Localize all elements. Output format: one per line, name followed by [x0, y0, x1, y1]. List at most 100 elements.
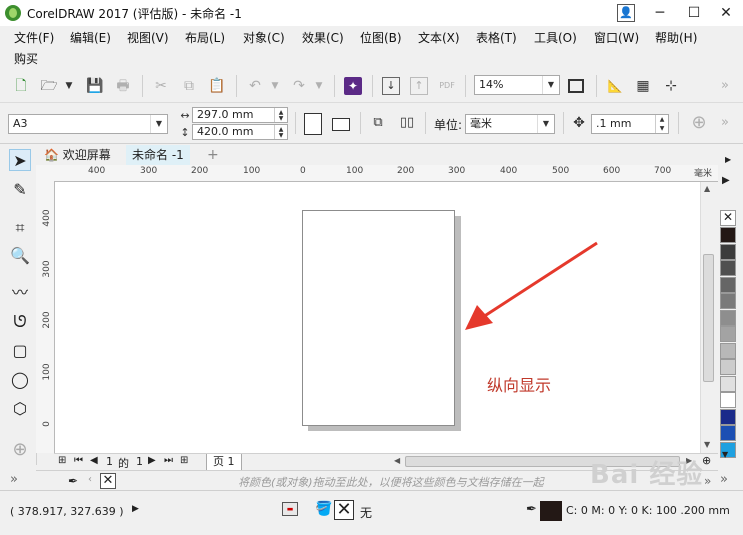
palette-swatch[interactable] — [720, 375, 736, 392]
doc-palette-overflow-icon[interactable]: » — [704, 474, 711, 488]
next-page-icon[interactable]: ▶ — [148, 455, 156, 466]
zoom-level-combo[interactable]: 14% ▼ — [474, 75, 560, 95]
open-icon[interactable]: 🗁 — [40, 77, 58, 95]
page-tab[interactable]: 页 1 — [206, 454, 242, 471]
outline-pen-icon[interactable]: ✒ — [526, 502, 537, 517]
maximize-button[interactable]: ☐ — [677, 0, 711, 26]
palette-swatch[interactable] — [720, 293, 736, 309]
menu-text[interactable]: 文本(X) — [418, 29, 460, 46]
spin-down-icon[interactable]: ▼ — [274, 115, 287, 122]
rectangle-tool-icon[interactable]: ▢ — [9, 340, 31, 362]
zoom-tool-icon[interactable]: 🔍 — [9, 245, 31, 267]
redo-icon[interactable]: ↷ — [290, 77, 308, 95]
menu-tools[interactable]: 工具(O) — [534, 29, 577, 46]
zoom-navigator-icon[interactable]: ⊕ — [702, 454, 711, 467]
close-button[interactable]: ✕ — [709, 0, 743, 26]
palette-options-icon[interactable]: ▶ — [722, 175, 730, 186]
crop-tool-icon[interactable]: ⌗ — [9, 217, 31, 239]
palette-expand-icon[interactable]: » — [720, 472, 728, 487]
menu-view[interactable]: 视图(V) — [127, 29, 169, 46]
status-menu-arrow-icon[interactable]: ▶ — [132, 504, 139, 514]
show-guidelines-icon[interactable]: ⊹ — [662, 77, 680, 95]
spin-down-icon[interactable]: ▼ — [274, 132, 287, 139]
show-grid-icon[interactable]: ▦ — [634, 77, 652, 95]
print-icon[interactable]: 🖶 — [114, 77, 132, 95]
menu-file[interactable]: 文件(F) — [14, 29, 54, 46]
toolbar-overflow-icon[interactable]: » — [716, 77, 734, 95]
previous-page-icon[interactable]: ◀ — [90, 455, 98, 466]
menu-effects[interactable]: 效果(C) — [302, 29, 344, 46]
menu-buy[interactable]: 购买 — [14, 50, 38, 67]
palette-swatch[interactable] — [720, 309, 736, 326]
publish-pdf-icon[interactable]: PDF — [438, 77, 456, 95]
freehand-tool-icon[interactable]: 〰 — [9, 282, 31, 304]
fill-swatch-none[interactable]: ✕ — [334, 500, 354, 520]
vertical-ruler[interactable]: 400 300 200 100 0 — [36, 181, 55, 453]
spin-up-icon[interactable]: ▲ — [655, 115, 668, 124]
landscape-orientation-button[interactable] — [332, 118, 350, 131]
no-color-swatch[interactable]: ✕ — [720, 210, 736, 226]
first-page-icon[interactable]: ⏮ — [74, 455, 83, 466]
spin-down-icon[interactable]: ▼ — [655, 124, 668, 133]
menu-table[interactable]: 表格(T) — [476, 29, 517, 46]
palette-swatch[interactable] — [720, 326, 736, 342]
chevron-left-icon[interactable]: ‹ — [88, 474, 92, 485]
export-icon[interactable]: ↑ — [410, 77, 428, 95]
all-pages-icon[interactable]: ⧉ — [369, 114, 387, 132]
vertical-scroll-thumb[interactable] — [703, 254, 714, 382]
save-icon[interactable]: 💾 — [86, 77, 104, 95]
current-page-icon[interactable]: ▯▯ — [398, 114, 416, 132]
horizontal-ruler[interactable]: 400 300 200 100 0 100 200 300 400 500 60… — [54, 165, 718, 182]
palette-swatch[interactable] — [720, 342, 736, 359]
pick-tool-icon[interactable]: ➤ — [9, 149, 31, 171]
menu-object[interactable]: 对象(C) — [243, 29, 285, 46]
palette-scroll-down-icon[interactable]: ▼ — [722, 450, 728, 459]
artistic-media-tool-icon[interactable]: ᘎ — [9, 311, 31, 333]
add-icon[interactable]: ⊕ — [690, 114, 708, 132]
page-width-field[interactable]: 297.0 mm ▲ ▼ — [192, 107, 288, 123]
palette-swatch[interactable] — [720, 408, 736, 425]
palette-swatch[interactable] — [720, 392, 736, 408]
undo-icon[interactable]: ↶ — [246, 77, 264, 95]
ellipse-tool-icon[interactable]: ◯ — [9, 369, 31, 391]
minimize-button[interactable]: ─ — [643, 0, 677, 26]
document-page[interactable] — [302, 210, 455, 426]
add-tool-icon[interactable]: ⊕ — [9, 439, 31, 461]
add-tab-icon[interactable]: + — [201, 145, 225, 165]
account-icon[interactable]: 👤 — [617, 4, 635, 22]
show-rulers-icon[interactable]: 📐 — [606, 77, 624, 95]
toolbox-overflow-icon[interactable]: » — [10, 472, 18, 487]
palette-swatch[interactable] — [720, 227, 736, 243]
last-page-icon[interactable]: ⏭ — [164, 455, 173, 466]
shape-tool-icon[interactable]: ✎ — [9, 179, 31, 201]
eyedropper-icon[interactable]: ✒ — [68, 474, 78, 488]
page-height-field[interactable]: 420.0 mm ▲ ▼ — [192, 124, 288, 140]
full-screen-icon[interactable] — [568, 79, 584, 93]
scroll-down-icon[interactable]: ▼ — [704, 440, 710, 449]
search-content-icon[interactable]: ✦ — [344, 77, 362, 95]
new-document-icon[interactable]: 🗋 — [12, 77, 30, 95]
menu-help[interactable]: 帮助(H) — [655, 29, 697, 46]
palette-swatch[interactable] — [720, 243, 736, 260]
portrait-orientation-button[interactable] — [304, 113, 322, 135]
ruler-origin[interactable] — [36, 165, 55, 182]
scroll-left-icon[interactable]: ◀ — [394, 456, 400, 465]
menu-edit[interactable]: 编辑(E) — [70, 29, 111, 46]
fill-bucket-icon[interactable]: 🪣 — [315, 501, 332, 517]
tab-welcome-screen[interactable]: 🏠 欢迎屏幕 — [38, 145, 117, 165]
cut-icon[interactable]: ✂ — [152, 77, 170, 95]
menu-bitmaps[interactable]: 位图(B) — [360, 29, 402, 46]
menu-window[interactable]: 窗口(W) — [594, 29, 639, 46]
palette-swatch[interactable] — [720, 276, 736, 293]
copy-icon[interactable]: ⧉ — [180, 77, 198, 95]
palette-scroll-up-icon[interactable]: ▶ — [725, 155, 731, 164]
no-color-swatch[interactable]: ✕ — [100, 473, 116, 489]
polygon-tool-icon[interactable]: ⬡ — [9, 398, 31, 420]
import-icon[interactable]: ↓ — [382, 77, 400, 95]
units-combo[interactable]: 毫米 ▼ — [465, 114, 555, 134]
undo-dropdown-icon[interactable]: ▼ — [266, 77, 284, 95]
nudge-distance-field[interactable]: .1 mm ▲ ▼ — [591, 114, 669, 134]
palette-swatch[interactable] — [720, 260, 736, 276]
add-page-after-icon[interactable]: ⊞ — [180, 455, 188, 466]
tab-document[interactable]: 未命名 -1 — [126, 145, 190, 165]
